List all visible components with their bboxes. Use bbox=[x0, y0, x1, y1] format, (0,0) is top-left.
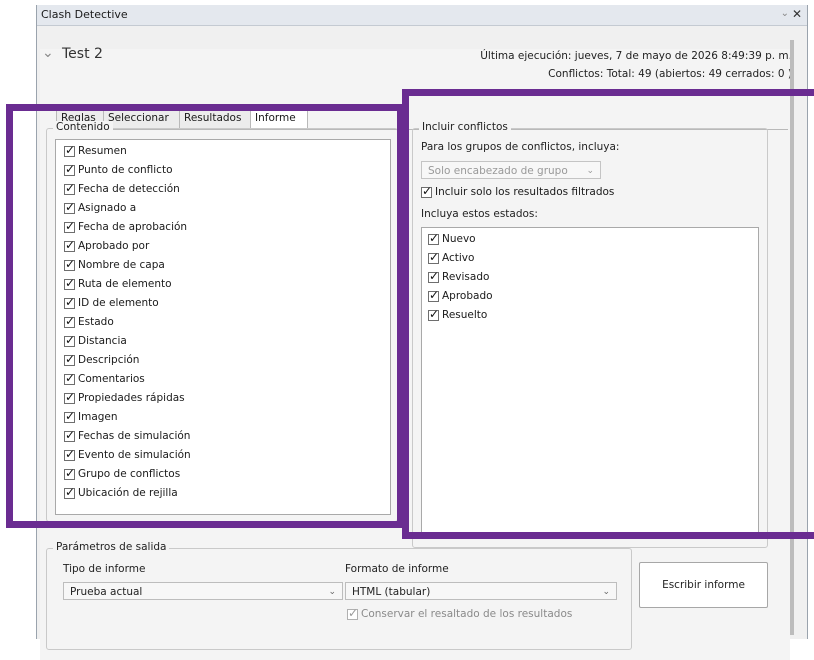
highlight-frame-include bbox=[402, 89, 814, 539]
chevron-down-icon: ⌄ bbox=[602, 587, 610, 597]
output-group-title: Parámetros de salida bbox=[53, 541, 170, 553]
output-parameters-group: Parámetros de salida Tipo de informe Pru… bbox=[46, 541, 632, 650]
report-type-label: Tipo de informe bbox=[63, 563, 146, 575]
report-format-value: HTML (tabular) bbox=[352, 586, 431, 598]
keep-highlight-option[interactable]: Conservar el resaltado de los resultados bbox=[347, 605, 572, 623]
last-run-text: Última ejecución: jueves, 7 de mayo de 2… bbox=[480, 50, 792, 62]
checkbox[interactable] bbox=[347, 606, 358, 620]
keep-highlight-label: Conservar el resaltado de los resultados bbox=[361, 608, 573, 620]
window-title: Clash Detective bbox=[41, 8, 128, 21]
highlight-frame-content bbox=[6, 104, 404, 528]
test-name: Test 2 bbox=[62, 46, 103, 62]
write-report-button[interactable]: Escribir informe bbox=[639, 562, 768, 608]
chevron-down-icon[interactable]: ⌄ bbox=[42, 45, 54, 61]
report-type-value: Prueba actual bbox=[70, 586, 143, 598]
report-format-label: Formato de informe bbox=[345, 563, 449, 575]
close-icon[interactable]: ✕ bbox=[792, 7, 802, 21]
report-type-select[interactable]: Prueba actual ⌄ bbox=[63, 582, 343, 600]
chevron-down-icon: ⌄ bbox=[328, 587, 336, 597]
report-format-select[interactable]: HTML (tabular) ⌄ bbox=[345, 582, 617, 600]
title-bar: Clash Detective ⌄ ✕ bbox=[37, 5, 807, 26]
pin-icon[interactable]: ⌄ bbox=[781, 8, 789, 19]
conflicts-summary: Conflictos: Total: 49 (abiertos: 49 cerr… bbox=[548, 68, 792, 80]
